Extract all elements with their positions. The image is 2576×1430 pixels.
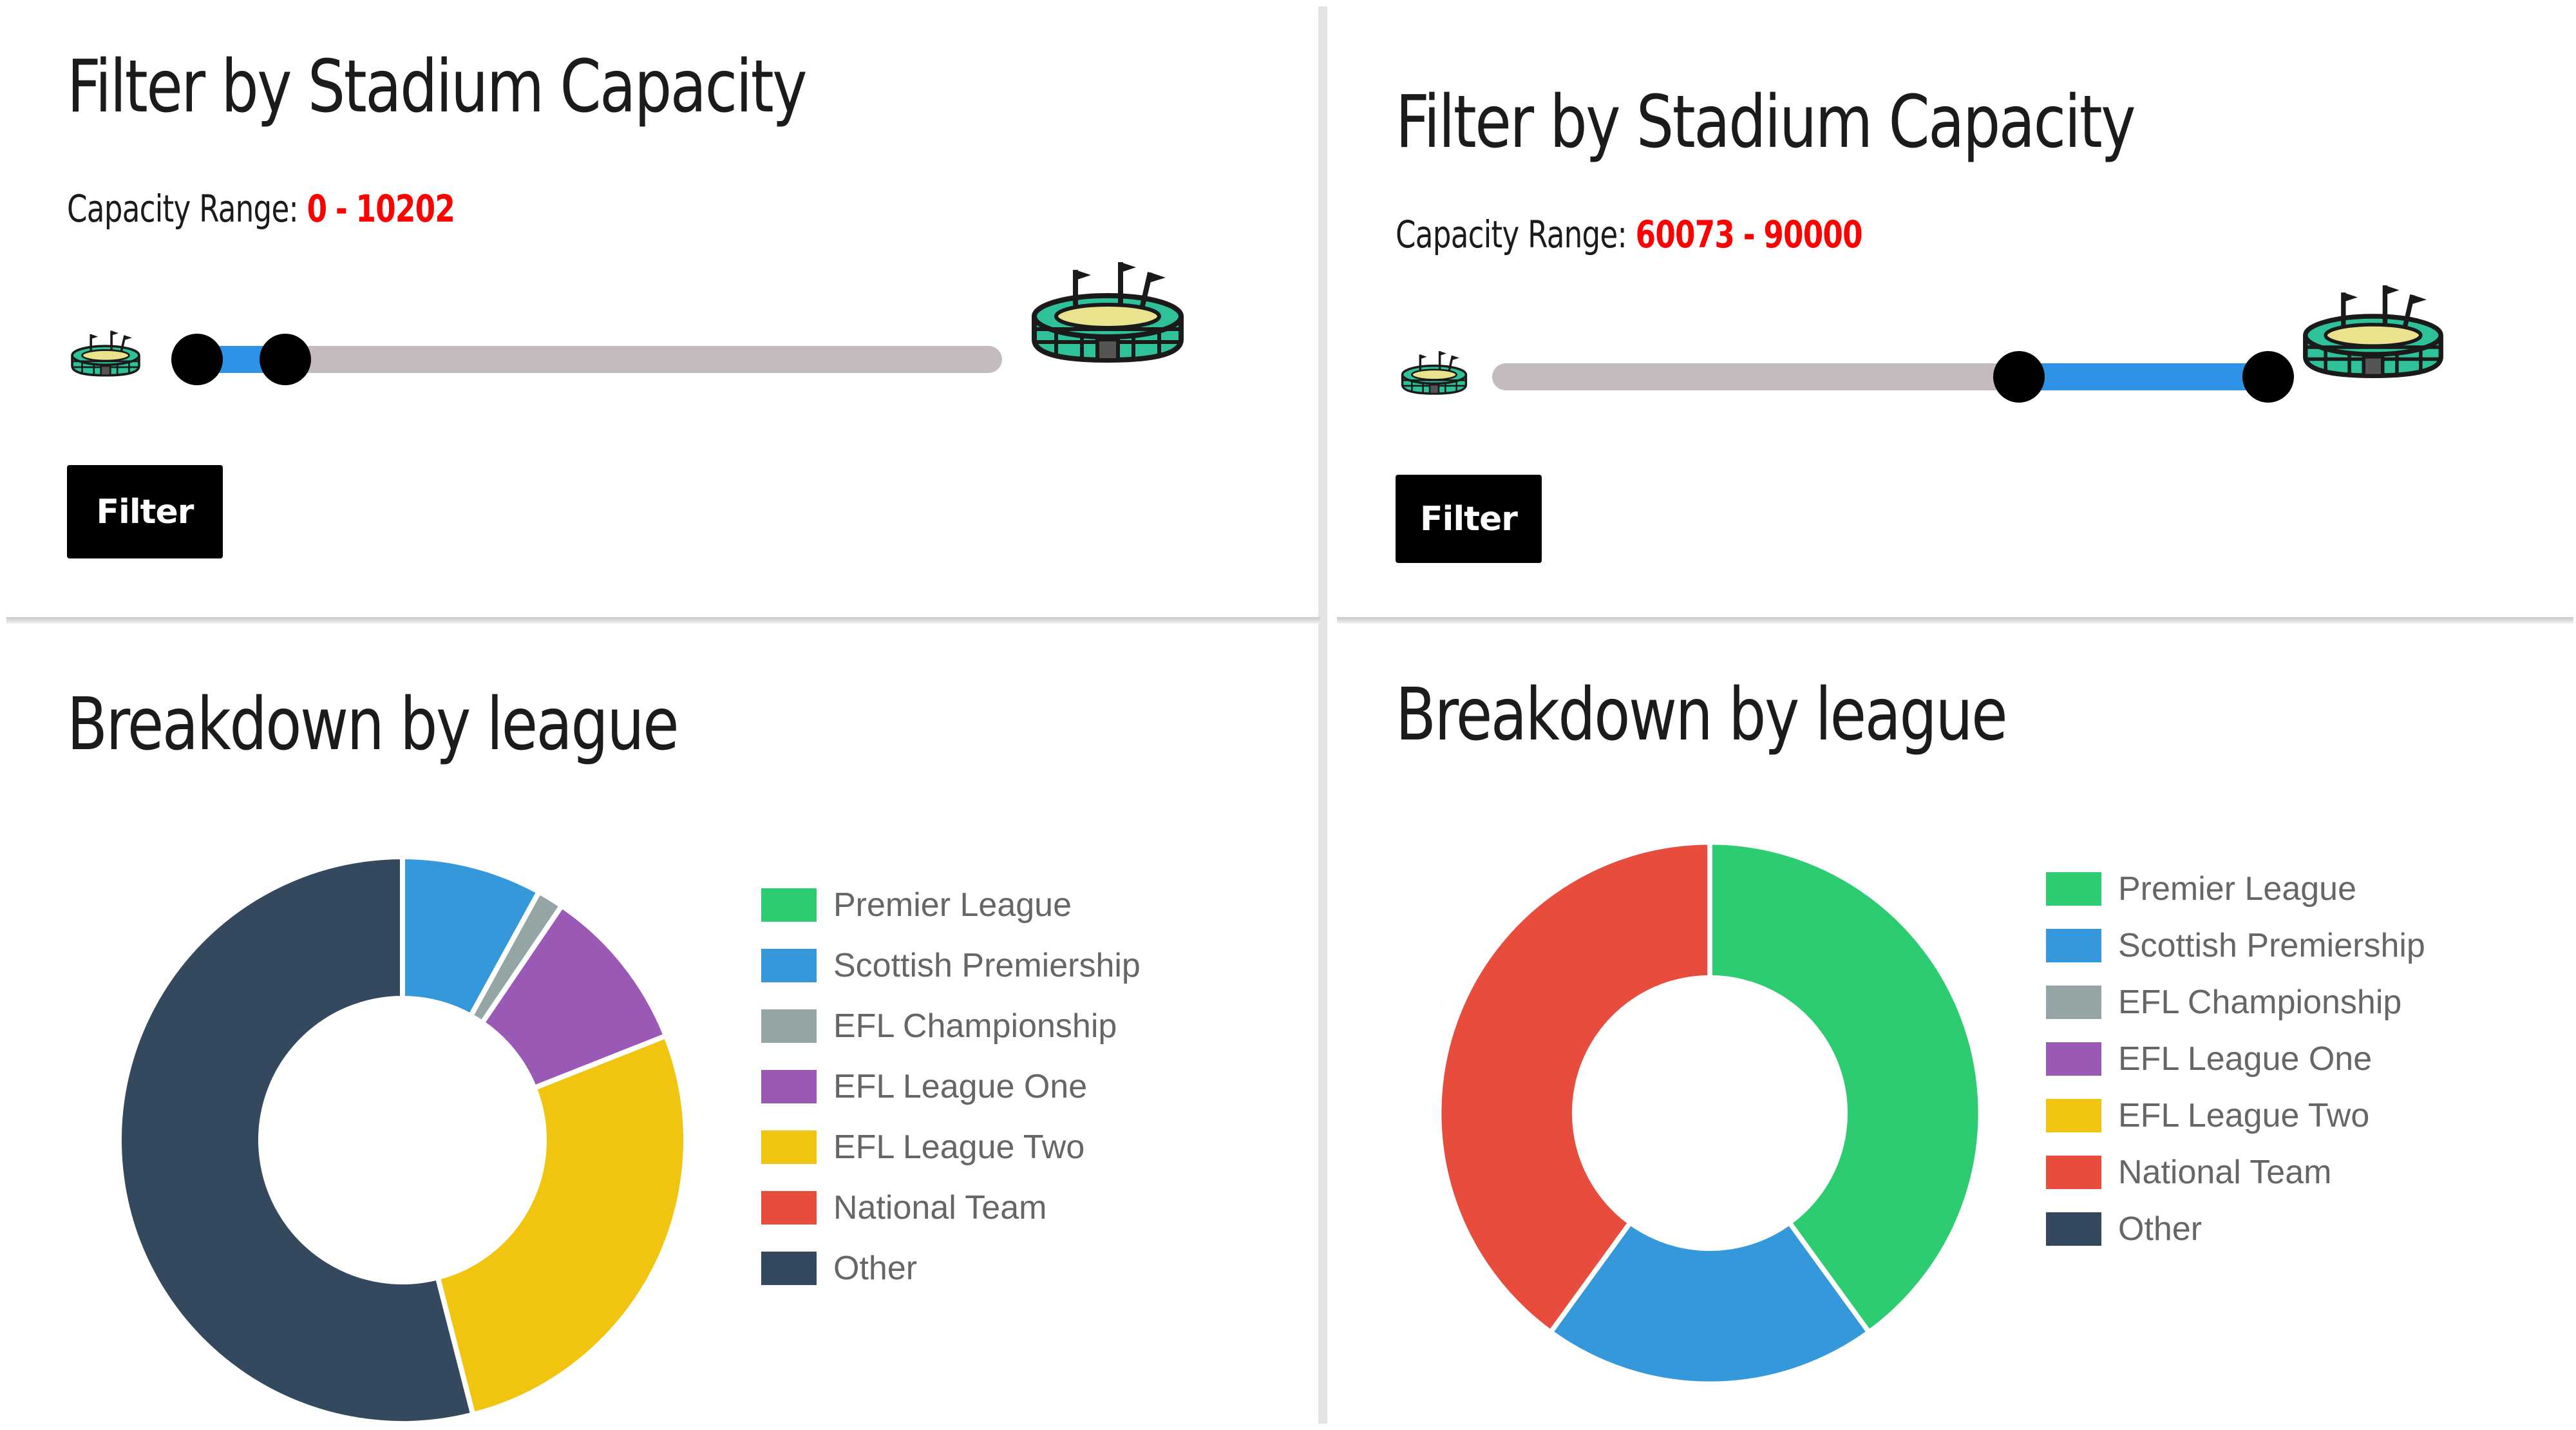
panel-separator [6,617,1320,624]
filter-title: Filter by Stadium Capacity [67,45,808,129]
league-breakdown-panel: Breakdown by league Premier League Scotti… [0,628,1317,1429]
legend-swatch [2046,1212,2101,1246]
stadium-icon [1024,251,1191,374]
chart-legend: Premier League Scottish Premiership EFL Ch… [2046,870,2535,1282]
stadium-icon [66,327,146,380]
filter-button[interactable]: Filter [67,465,223,558]
stadium-icon [1396,348,1472,398]
legend-label: National Team [833,1189,1047,1226]
legend-swatch [761,1009,817,1043]
league-donut-chart [117,853,688,1426]
range-low-value: 0 [307,187,327,231]
legend-label: EFL League One [833,1068,1088,1105]
filter-title: Filter by Stadium Capacity [1396,81,2136,164]
legend-swatch [761,1191,817,1225]
legend-label: Premier League [833,886,1072,924]
range-low-value: 60073 [1635,213,1735,256]
legend-label: EFL League Two [833,1129,1085,1166]
legend-label: Scottish Premiership [2118,927,2425,964]
legend-swatch [761,888,817,922]
range-high-value: 90000 [1763,213,1862,256]
legend-swatch [2046,986,2101,1019]
legend-label: EFL League Two [2118,1097,2370,1134]
legend-swatch [2046,1099,2101,1132]
legend-label: Premier League [2118,870,2356,908]
donut-slice-efl-league-two [434,1032,688,1418]
league-donut-chart [1436,839,1984,1387]
legend-swatch [2046,872,2101,906]
range-separator: - [335,187,348,231]
capacity-range: Capacity Range: 0 - 10202 [67,187,455,231]
range-high-value: 10202 [355,187,455,231]
legend-label: EFL Championship [2118,984,2402,1021]
legend-label: EFL League One [2118,1040,2372,1078]
capacity-filter-panel: Filter by Stadium Capacity Capacity Rang… [1336,0,2576,615]
chart-legend: Premier League Scottish Premiership EFL Ch… [761,886,1276,1324]
legend-label: EFL Championship [833,1007,1117,1045]
breakdown-title: Breakdown by league [67,683,679,767]
league-breakdown-panel: Breakdown by league Premier League Scotti… [1336,628,2576,1429]
legend-swatch [761,1130,817,1164]
legend-swatch [761,1070,817,1103]
slider-min-handle[interactable] [171,334,223,385]
filter-button[interactable]: Filter [1396,475,1542,563]
slider-selected-range [2018,363,2268,390]
legend-swatch [761,1252,817,1285]
capacity-range-label: Capacity Range: [1396,213,1627,256]
slider-min-handle[interactable] [1993,351,2045,403]
legend-swatch [2046,1156,2101,1189]
capacity-range-label: Capacity Range: [67,187,299,231]
legend-swatch [2046,1042,2101,1076]
slider-max-handle[interactable] [260,334,312,385]
stadium-icon [2296,274,2450,390]
legend-swatch [2046,929,2101,962]
breakdown-title: Breakdown by league [1396,673,2008,757]
legend-label: Scottish Premiership [833,947,1141,984]
pane-divider [1318,6,1327,1424]
capacity-slider[interactable] [1492,351,2294,403]
capacity-slider[interactable] [171,334,1002,385]
capacity-range: Capacity Range: 60073 - 90000 [1396,213,1863,256]
capacity-filter-panel: Filter by Stadium Capacity Capacity Rang… [0,0,1317,615]
legend-label: Other [2118,1210,2202,1248]
legend-label: Other [833,1250,918,1287]
legend-swatch [761,949,817,982]
legend-label: National Team [2118,1154,2332,1191]
slider-max-handle[interactable] [2242,351,2294,403]
range-separator: - [1743,213,1756,256]
panel-separator [1337,617,2573,624]
